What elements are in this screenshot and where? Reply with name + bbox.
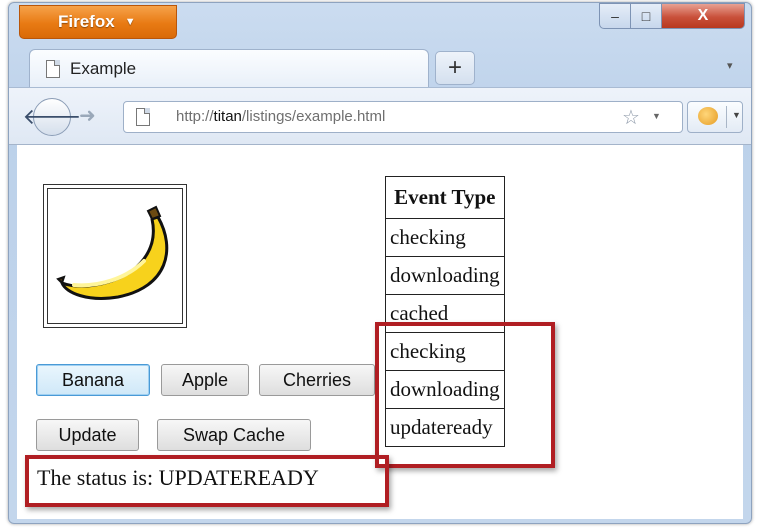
tab-title: Example: [70, 58, 137, 78]
swap-cache-button-label: Swap Cache: [182, 424, 286, 445]
url-bar[interactable]: http://titan/listings/example.html ☆ ▼: [123, 101, 683, 133]
table-cell: checking: [385, 218, 505, 257]
table-header: Event Type: [385, 176, 505, 219]
list-all-tabs-icon[interactable]: ▾: [727, 59, 733, 72]
table-row: checking: [385, 332, 505, 371]
page-content: Banana Apple Cherries Update Swap Cache …: [17, 145, 743, 519]
cherries-button[interactable]: Cherries: [259, 364, 375, 396]
maximize-button[interactable]: □: [630, 3, 662, 29]
forward-button[interactable]: ➜: [79, 103, 96, 128]
divider: [726, 106, 727, 128]
banana-button[interactable]: Banana: [36, 364, 150, 396]
status-text: The status is: UPDATEREADY: [37, 465, 319, 490]
table-cell: downloading: [385, 256, 505, 295]
update-button-label: Update: [58, 424, 117, 445]
cherries-button-label: Cherries: [282, 369, 352, 390]
table-cell: cached: [385, 294, 505, 333]
table-row: downloading: [385, 256, 505, 295]
plus-icon: +: [447, 54, 462, 81]
table-row: updateready: [385, 408, 505, 447]
firebug-button[interactable]: ▼: [687, 101, 743, 133]
forward-arrow-icon: ➜: [79, 105, 96, 127]
maximize-icon: □: [641, 8, 651, 24]
navigation-toolbar: 🡐 ➜ http://titan/listings/example.html ☆…: [9, 87, 751, 145]
firebug-icon: [698, 107, 718, 125]
table-cell: downloading: [385, 370, 505, 409]
table-cell: updateready: [385, 408, 505, 447]
chevron-down-icon[interactable]: ▼: [652, 111, 661, 121]
events-table: Event Type checking downloading cached c…: [385, 176, 505, 447]
url-prefix: http://: [176, 108, 214, 125]
browser-window: Firefox ▼ – □ X Example + ▾ 🡐 ➜ http://t…: [8, 2, 752, 524]
firefox-menu-label: Firefox: [58, 12, 115, 31]
site-identity-icon: [136, 108, 150, 126]
url-text: http://titan/listings/example.html: [176, 108, 385, 125]
close-button[interactable]: X: [661, 3, 745, 29]
firefox-menu-button[interactable]: Firefox ▼: [19, 5, 177, 39]
swap-cache-button[interactable]: Swap Cache: [157, 419, 311, 451]
back-button[interactable]: 🡐: [23, 98, 82, 136]
chevron-down-icon: ▼: [124, 16, 136, 28]
back-arrow-icon: 🡐: [22, 104, 82, 129]
tab-example[interactable]: Example: [29, 49, 429, 87]
close-icon: X: [697, 7, 709, 24]
new-tab-button[interactable]: +: [435, 51, 475, 85]
url-host: titan: [213, 108, 242, 125]
star-icon[interactable]: ☆: [622, 105, 640, 130]
fruit-image: [43, 184, 187, 328]
fruit-image-inner-border: [47, 188, 183, 324]
banana-button-label: Banana: [61, 369, 125, 390]
update-button[interactable]: Update: [36, 419, 139, 451]
apple-button[interactable]: Apple: [161, 364, 249, 396]
table-header-row: Event Type: [385, 176, 505, 219]
page-icon: [46, 59, 60, 78]
minimize-button[interactable]: –: [599, 3, 631, 29]
table-row: downloading: [385, 370, 505, 409]
table-cell: checking: [385, 332, 505, 371]
apple-button-label: Apple: [181, 369, 229, 390]
table-row: cached: [385, 294, 505, 333]
table-row: checking: [385, 218, 505, 257]
chevron-down-icon[interactable]: ▼: [732, 110, 741, 120]
minimize-icon: –: [611, 8, 619, 24]
url-path: /listings/example.html: [241, 108, 386, 125]
banana-icon: [56, 205, 169, 300]
title-bar: Firefox ▼ – □ X: [9, 3, 751, 43]
